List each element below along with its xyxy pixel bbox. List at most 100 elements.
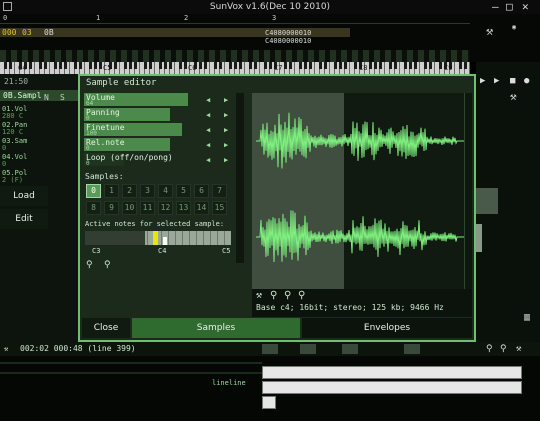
tuning-fork-icon[interactable]: ⚲: [104, 260, 111, 270]
tab-envelopes[interactable]: Envelopes: [302, 318, 472, 338]
sample-slot[interactable]: 4: [158, 184, 173, 198]
decrease-icon[interactable]: ◀: [206, 96, 210, 104]
tools-icon[interactable]: ⚒: [4, 346, 8, 353]
timeline-label: lineline: [212, 379, 246, 387]
sample-slot[interactable]: 0: [86, 184, 101, 198]
edit-button[interactable]: Edit: [0, 209, 48, 229]
tuning-fork-icon[interactable]: ⚲: [298, 290, 305, 301]
sample-slot[interactable]: 13: [176, 201, 191, 215]
pattern-thumb[interactable]: [404, 344, 420, 354]
tracker-cell[interactable]: C4080000010: [265, 30, 311, 37]
timeline-position: 002:02 000:48 (line 399): [20, 344, 136, 353]
sample-slot[interactable]: 2: [122, 184, 137, 198]
decrease-icon[interactable]: ◀: [206, 141, 210, 149]
note-range-bar[interactable]: [85, 231, 231, 245]
list-item[interactable]: 05.Pol 2 (F): [0, 170, 34, 184]
tuning-fork-icon[interactable]: ⚲: [270, 290, 277, 301]
tab-samples[interactable]: Samples: [132, 318, 300, 338]
decrease-icon[interactable]: ◀: [206, 126, 210, 134]
tuning-fork-icon[interactable]: ⚲: [86, 260, 93, 270]
list-item[interactable]: 03.Sam 0: [0, 138, 34, 152]
pattern-thumb[interactable]: [262, 344, 278, 354]
list-item[interactable]: 02.Pan 120 C: [0, 122, 34, 136]
settings-icon[interactable]: ⚒: [486, 24, 493, 38]
load-button[interactable]: Load: [0, 186, 48, 206]
close-window-icon[interactable]: ✕: [522, 0, 529, 13]
list-item[interactable]: 04.Vol 0: [0, 154, 34, 168]
note-label: C5: [222, 247, 231, 255]
octave-label: C5: [103, 64, 112, 72]
field-value: 0: [86, 115, 90, 122]
sample-slot[interactable]: 12: [158, 201, 173, 215]
tools-icon[interactable]: ⚒: [256, 290, 262, 301]
decrease-icon[interactable]: ◀: [206, 111, 210, 119]
pattern-editor[interactable]: 0 1 2 3 000 03 0B C4080000010 C408000001…: [0, 14, 540, 62]
sample-slot[interactable]: 8: [86, 201, 101, 215]
ruler-mark: 3: [272, 14, 277, 22]
pattern-thumb[interactable]: [342, 344, 358, 354]
note-label: C3: [92, 247, 101, 255]
active-notes-label: Active notes for selected sample:: [85, 220, 225, 228]
play-pattern-icon[interactable]: ▶: [494, 76, 499, 86]
side-block[interactable]: [476, 224, 482, 252]
timeline[interactable]: ⚒ 002:02 000:48 (line 399) ⚲ ⚲ ⚒ linelin…: [0, 342, 540, 421]
tracker-cell[interactable]: C4080000010: [265, 38, 311, 45]
settings-icon[interactable]: ⚒: [516, 344, 521, 354]
field-value: 64: [86, 100, 94, 107]
waveform-scrollbar[interactable]: [464, 93, 472, 289]
column-header: N: [44, 93, 49, 102]
tuning-fork-icon[interactable]: ⚲: [500, 344, 507, 354]
octave-label: C7: [274, 64, 283, 72]
sample-slot[interactable]: 14: [194, 201, 209, 215]
sample-slot[interactable]: 7: [212, 184, 227, 198]
pattern-block[interactable]: [262, 396, 276, 409]
pattern-block[interactable]: [262, 381, 522, 394]
increase-icon[interactable]: ▶: [224, 96, 228, 104]
waveform-view[interactable]: [252, 93, 472, 289]
play-icon[interactable]: ▶: [480, 76, 485, 86]
parameter-scrollbar[interactable]: [236, 93, 244, 263]
increase-icon[interactable]: ▶: [224, 141, 228, 149]
selected-module[interactable]: 0B.Sampl: [0, 90, 78, 101]
stop-icon[interactable]: ■: [510, 76, 515, 86]
increase-icon[interactable]: ▶: [224, 111, 228, 119]
increase-icon[interactable]: ▶: [224, 156, 228, 164]
rec-icon[interactable]: ◉: [512, 24, 516, 31]
sample-slot[interactable]: 15: [212, 201, 227, 215]
sample-slot[interactable]: 3: [140, 184, 155, 198]
wrench-icon[interactable]: ⚒: [510, 90, 517, 103]
decrease-icon[interactable]: ◀: [206, 156, 210, 164]
list-item[interactable]: 01.Vol 280 C: [0, 106, 34, 120]
tuning-fork-icon[interactable]: ⚲: [486, 344, 493, 354]
sample-slot[interactable]: 6: [194, 184, 209, 198]
module-sub: 2 (F): [2, 176, 24, 184]
row-value: 03: [22, 28, 32, 37]
close-button[interactable]: Close: [82, 318, 130, 338]
minimize-icon[interactable]: –: [492, 0, 499, 13]
track-line: [0, 362, 262, 364]
meter-icon[interactable]: ▥: [524, 312, 530, 323]
dialog-title: Sample editor: [86, 78, 157, 88]
sample-slot[interactable]: 9: [104, 201, 119, 215]
selected-module-label: 0B.Sampl: [3, 91, 42, 100]
track-line: [0, 372, 262, 374]
module-sub: 280 C: [2, 112, 24, 120]
sample-slot[interactable]: 10: [122, 201, 137, 215]
note-range-off: [85, 231, 145, 245]
sample-slot[interactable]: 11: [140, 201, 155, 215]
pattern-thumb[interactable]: [300, 344, 316, 354]
record-icon[interactable]: ●: [524, 76, 529, 86]
increase-icon[interactable]: ▶: [224, 126, 228, 134]
sample-slot[interactable]: 5: [176, 184, 191, 198]
sample-slot[interactable]: 1: [104, 184, 119, 198]
tuning-fork-icon[interactable]: ⚲: [284, 290, 291, 301]
parameter-fields: Volume 64 ◀ ▶ Panning 0 ◀ ▶ Finetune 100…: [84, 93, 234, 168]
pattern-block[interactable]: [262, 366, 522, 379]
top-right-tools: ⚒ ◉: [478, 20, 538, 60]
maximize-icon[interactable]: □: [506, 0, 513, 13]
waveform-toolbar: ⚒ ⚲ ⚲ ⚲ Base c4; 16bit; stereo; 125 kb; …: [252, 289, 472, 317]
side-block[interactable]: [476, 188, 498, 214]
module-sub: 0: [2, 144, 7, 152]
field-value: 0: [86, 145, 90, 152]
pattern-blocks: [262, 366, 522, 418]
